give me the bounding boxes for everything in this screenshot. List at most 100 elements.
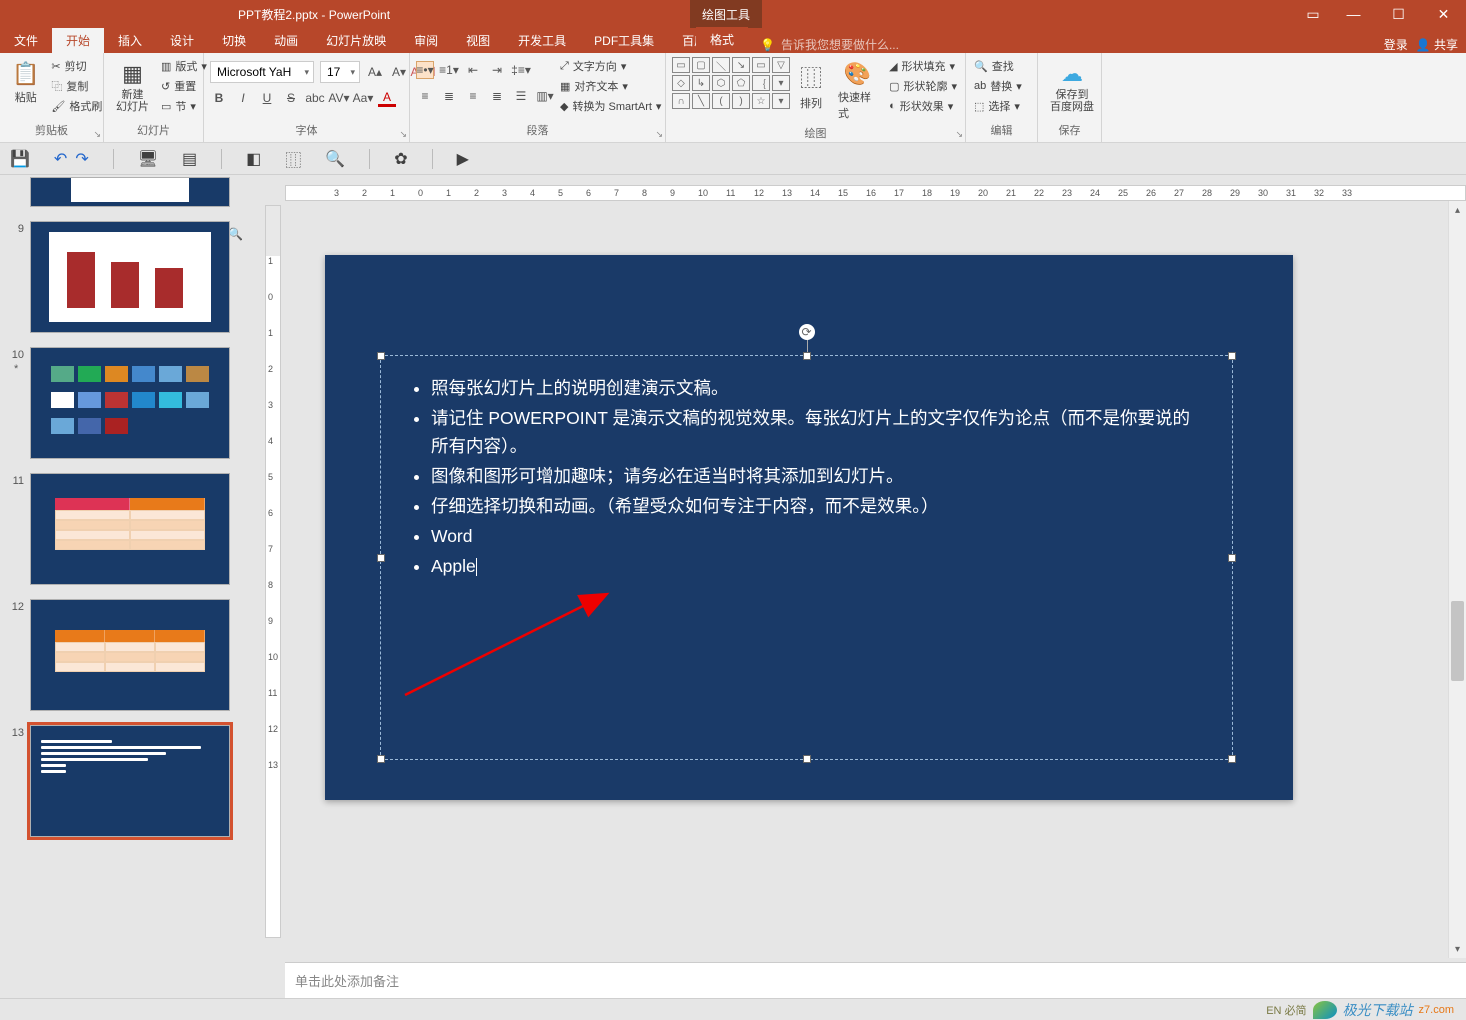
font-color-button[interactable]: A [378,89,396,107]
align-text-button[interactable]: ▦对齐文本 ▾ [558,77,663,95]
select-button[interactable]: ⬚选择 ▾ [972,97,1024,115]
font-size-combo[interactable]: 17 [320,61,360,83]
slide-canvas[interactable]: ⟳ 照每张幻灯片上的说明创建演示文稿。 请记住 POWERPOINT 是演示文稿… [325,255,1293,800]
clipboard-launcher-icon[interactable]: ↘ [93,129,101,140]
resize-handle[interactable] [377,755,385,763]
minimize-button[interactable]: — [1331,0,1376,28]
slide-thumb-13[interactable] [30,725,230,837]
columns-button[interactable]: ▥▾ [536,87,554,105]
slide-thumbnails-pane[interactable]: 9 🔍 10 * [0,175,255,998]
tab-view[interactable]: 视图 [452,28,504,53]
distribute-button[interactable]: ☰ [512,87,530,105]
new-slide-button[interactable]: ▦ 新建 幻灯片 [110,57,155,117]
decrease-indent-button[interactable]: ⇤ [464,61,482,79]
font-launcher-icon[interactable]: ↘ [399,129,407,140]
qat-icon-6[interactable]: ✿ [394,149,407,169]
vertical-scrollbar[interactable]: ▴ ▾ [1448,201,1466,958]
share-button[interactable]: 👤 共享 [1416,36,1458,53]
ribbon-display-options-icon[interactable]: ▭ [1295,0,1331,28]
shapes-gallery[interactable]: ▭▢＼↘▭▽ ◇↳⬡⬠｛▾ ∩╲()☆▾ [672,57,790,109]
scroll-up-icon[interactable]: ▴ [1449,201,1466,219]
slide-thumb-12[interactable] [30,599,230,711]
increase-font-icon[interactable]: A▴ [366,63,384,81]
numbering-button[interactable]: ≡1▾ [440,61,458,79]
shape-effects-button[interactable]: ◐形状效果 ▾ [887,97,959,115]
text-shadow-button[interactable]: abc [306,89,324,107]
convert-smartart-button[interactable]: ◆转换为 SmartArt ▾ [558,97,663,115]
rotate-handle-icon[interactable]: ⟳ [799,324,815,340]
redo-icon[interactable]: ↷ [75,149,88,169]
tab-transitions[interactable]: 切换 [208,28,260,53]
section-button[interactable]: ▭节 ▾ [159,97,209,115]
drawing-launcher-icon[interactable]: ↘ [955,129,963,140]
arrange-button[interactable]: ⿲ 排列 [794,57,828,115]
scroll-down-icon[interactable]: ▾ [1449,940,1466,958]
content-textbox[interactable]: ⟳ 照每张幻灯片上的说明创建演示文稿。 请记住 POWERPOINT 是演示文稿… [380,355,1233,760]
tab-home[interactable]: 开始 [52,28,104,53]
copy-button[interactable]: ⿻复制 [49,77,104,95]
tab-design[interactable]: 设计 [156,28,208,53]
layout-button[interactable]: ▥版式 ▾ [159,57,209,75]
slide-thumb-8[interactable] [30,177,230,207]
save-icon[interactable]: 💾 [10,149,30,169]
resize-handle[interactable] [1228,554,1236,562]
bullet-item[interactable]: Apple [431,552,1204,580]
format-painter-button[interactable]: 🖌格式刷 [49,97,104,115]
cut-button[interactable]: ✂剪切 [49,57,104,75]
paste-button[interactable]: 📋 粘贴 [6,57,45,109]
italic-button[interactable]: I [234,89,252,107]
bullet-item[interactable]: Word [431,522,1204,550]
login-link[interactable]: 登录 [1384,36,1408,53]
underline-button[interactable]: U [258,89,276,107]
tab-animations[interactable]: 动画 [260,28,312,53]
save-to-cloud-button[interactable]: ☁ 保存到 百度网盘 [1044,57,1100,117]
tab-insert[interactable]: 插入 [104,28,156,53]
bullet-item[interactable]: 照每张幻灯片上的说明创建演示文稿。 [431,374,1204,402]
slide-editor[interactable]: 3210123456789101112131415161718192021222… [255,175,1466,998]
resize-handle[interactable] [1228,352,1236,360]
replace-button[interactable]: ab替换 ▾ [972,77,1024,95]
tab-slideshow[interactable]: 幻灯片放映 [312,28,400,53]
bullets-button[interactable]: ≡•▾ [416,61,434,79]
resize-handle[interactable] [1228,755,1236,763]
tab-developer[interactable]: 开发工具 [504,28,580,53]
resize-handle[interactable] [377,554,385,562]
bullet-item[interactable]: 仔细选择切换和动画。（希望受众如何专注于内容，而不是效果。） [431,492,1204,520]
decrease-font-icon[interactable]: A▾ [390,63,408,81]
bullet-item[interactable]: 图像和图形可增加趣味；请务必在适当时将其添加到幻灯片。 [431,462,1204,490]
resize-handle[interactable] [377,352,385,360]
line-spacing-button[interactable]: ‡≡▾ [512,61,530,79]
maximize-button[interactable]: ☐ [1376,0,1421,28]
bold-button[interactable]: B [210,89,228,107]
text-direction-button[interactable]: ⤢文字方向 ▾ [558,57,663,75]
close-button[interactable]: ✕ [1421,0,1466,28]
shape-fill-button[interactable]: ◢形状填充 ▾ [887,57,959,75]
align-center-button[interactable]: ≣ [440,87,458,105]
change-case-button[interactable]: Aa▾ [354,89,372,107]
qat-icon-5[interactable]: 🔍 [325,149,345,169]
qat-icon-3[interactable]: ◧ [246,149,261,169]
find-button[interactable]: 🔍查找 [972,57,1024,75]
qat-icon-7[interactable]: ▶ [457,149,469,169]
slide-thumb-9[interactable] [30,221,230,333]
scrollbar-thumb[interactable] [1451,601,1464,681]
tab-pdf[interactable]: PDF工具集 [580,28,668,53]
justify-button[interactable]: ≣ [488,87,506,105]
char-spacing-button[interactable]: AV▾ [330,89,348,107]
tab-file[interactable]: 文件 [0,28,52,53]
bullet-list[interactable]: 照每张幻灯片上的说明创建演示文稿。 请记住 POWERPOINT 是演示文稿的视… [381,356,1232,600]
align-right-button[interactable]: ≡ [464,87,482,105]
slide-thumb-11[interactable] [30,473,230,585]
notes-pane[interactable]: 单击此处添加备注 [285,962,1466,998]
bullet-item[interactable]: 请记住 POWERPOINT 是演示文稿的视觉效果。每张幻灯片上的文字仅作为论点… [431,404,1204,460]
tab-review[interactable]: 审阅 [400,28,452,53]
resize-handle[interactable] [803,352,811,360]
slide-thumb-10[interactable] [30,347,230,459]
increase-indent-button[interactable]: ⇥ [488,61,506,79]
resize-handle[interactable] [803,755,811,763]
reset-button[interactable]: ↺重置 [159,77,209,95]
font-name-combo[interactable]: Microsoft YaH [210,61,314,83]
qat-icon-2[interactable]: ▤ [182,149,197,169]
quick-styles-button[interactable]: 🎨 快速样式 [832,57,883,125]
tab-format[interactable]: 格式 [696,27,748,52]
